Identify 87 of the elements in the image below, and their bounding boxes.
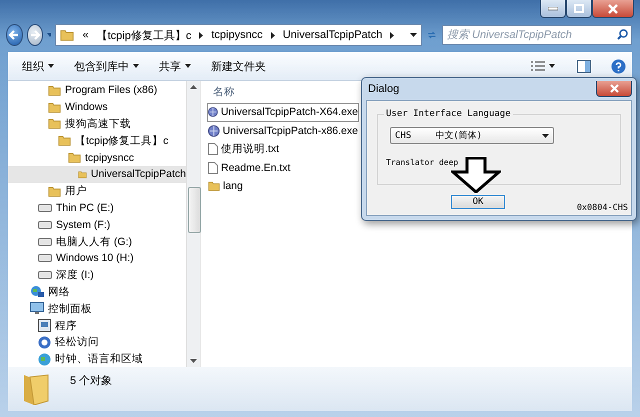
overflow-chevron[interactable]: « bbox=[82, 29, 89, 41]
toolbar-button[interactable]: 包含到库中 bbox=[66, 56, 147, 76]
tree-item[interactable]: 控制面板 bbox=[8, 300, 186, 318]
tree-item[interactable]: System (F:) bbox=[8, 216, 186, 234]
item-count: 5 个对象 bbox=[70, 374, 112, 388]
caret-icon bbox=[410, 33, 418, 37]
tree-item[interactable]: tcpipysncc bbox=[8, 149, 186, 166]
caret-icon bbox=[542, 134, 549, 138]
tree-item[interactable]: 搜狗高速下载 bbox=[8, 116, 186, 132]
drive-icon bbox=[38, 271, 52, 280]
chevron-icon bbox=[270, 32, 275, 38]
close-icon bbox=[608, 4, 618, 14]
arrow-left-icon bbox=[8, 29, 20, 41]
monitor-icon bbox=[30, 302, 44, 316]
folder-icon bbox=[60, 28, 74, 42]
tree-item[interactable]: Thin PC (E:) bbox=[8, 200, 186, 216]
tree-item[interactable]: 电脑人人有 (G:) bbox=[8, 233, 186, 250]
back-button[interactable] bbox=[6, 24, 23, 46]
tree-item[interactable]: Program Files (x86) bbox=[8, 82, 186, 99]
group-label: User Interface Language bbox=[385, 109, 512, 119]
folder-icon bbox=[48, 84, 61, 97]
folder-icon bbox=[48, 100, 61, 114]
preview-pane-icon[interactable] bbox=[577, 60, 591, 72]
arrow-right-icon bbox=[28, 29, 41, 41]
help-icon[interactable] bbox=[611, 58, 626, 74]
scrollbar-thumb[interactable] bbox=[188, 187, 201, 233]
forward-button[interactable] bbox=[26, 24, 44, 46]
address-bar[interactable]: « 【tcpip修复工具】c tcpipysncc UniversalTcpipPatch bbox=[55, 24, 422, 46]
caret-icon bbox=[47, 33, 52, 37]
close-button[interactable] bbox=[592, 0, 634, 18]
tree-item[interactable]: 深度 (I:) bbox=[8, 266, 186, 284]
caret-up-icon bbox=[190, 85, 197, 89]
folder-icon bbox=[68, 151, 81, 164]
dialog-title: Dialog bbox=[368, 83, 400, 95]
document-icon bbox=[208, 143, 218, 156]
scrollbar[interactable] bbox=[186, 81, 200, 367]
drive-icon bbox=[38, 254, 52, 262]
folder-icon bbox=[58, 134, 71, 148]
drive-icon bbox=[38, 204, 52, 212]
tree-item[interactable]: 时钟、语言和区域 bbox=[8, 350, 186, 367]
chevron-icon bbox=[199, 32, 204, 38]
tree-item[interactable]: UniversalTcpipPatch bbox=[8, 166, 186, 183]
caret-icon[interactable] bbox=[549, 64, 555, 68]
minimize-button[interactable] bbox=[540, 0, 566, 18]
language-code: 0x0804-CHS bbox=[576, 203, 628, 213]
close-button[interactable] bbox=[596, 81, 632, 97]
minimize-icon bbox=[548, 6, 558, 10]
accessibility-icon bbox=[38, 336, 51, 349]
globe-app-icon bbox=[208, 106, 218, 118]
drive-icon bbox=[38, 238, 52, 246]
close-icon bbox=[610, 84, 618, 93]
breadcrumb[interactable]: 【tcpip修复工具】c bbox=[96, 28, 192, 42]
globe-icon bbox=[30, 285, 44, 298]
file-item[interactable]: lang bbox=[207, 177, 359, 196]
document-icon bbox=[208, 162, 218, 174]
language-select[interactable]: CHS 中文(简体) bbox=[390, 127, 554, 144]
tree-item[interactable]: Windows 10 (H:) bbox=[8, 250, 186, 267]
toolbar-button[interactable]: 新建文件夹 bbox=[203, 56, 274, 76]
maximize-icon bbox=[574, 4, 584, 13]
breadcrumb[interactable]: UniversalTcpipPatch bbox=[282, 29, 382, 41]
program-icon bbox=[38, 319, 51, 332]
file-item[interactable]: UniversalTcpipPatch-X64.exe bbox=[207, 103, 359, 122]
toolbar-button[interactable]: 共享 bbox=[151, 56, 199, 76]
tree-item[interactable]: 【tcpip修复工具】c bbox=[8, 132, 186, 150]
folder-icon bbox=[48, 117, 61, 130]
globe-app-icon bbox=[208, 124, 220, 137]
translator-label: Translator deep bbox=[386, 158, 460, 167]
caret-down-icon bbox=[190, 359, 197, 363]
search-field[interactable]: 搜索 UniversalTcpipPatch bbox=[442, 25, 632, 45]
tree-item[interactable]: Windows bbox=[8, 98, 186, 116]
tree-item[interactable]: 轻松访问 bbox=[8, 334, 186, 351]
breadcrumb[interactable]: tcpipysncc bbox=[211, 29, 263, 41]
folder-icon bbox=[48, 184, 61, 198]
list-view-icon[interactable] bbox=[531, 61, 545, 71]
tree-item[interactable]: 网络 bbox=[8, 284, 186, 300]
file-item[interactable]: Readme.En.txt bbox=[207, 158, 359, 177]
folder-icon bbox=[208, 180, 220, 192]
ok-button[interactable]: OK bbox=[451, 195, 505, 209]
file-item[interactable]: 使用说明.txt bbox=[207, 140, 359, 158]
tree-item[interactable]: 程序 bbox=[8, 317, 186, 334]
drive-icon bbox=[38, 220, 52, 229]
search-icon bbox=[616, 29, 628, 40]
maximize-button[interactable] bbox=[566, 0, 592, 18]
toolbar-button[interactable]: 组织 bbox=[14, 56, 62, 76]
tree-item[interactable]: 用户 bbox=[8, 182, 186, 200]
chevron-icon bbox=[390, 32, 394, 38]
file-item[interactable]: UniversalTcpipPatch-x86.exe bbox=[207, 122, 359, 140]
